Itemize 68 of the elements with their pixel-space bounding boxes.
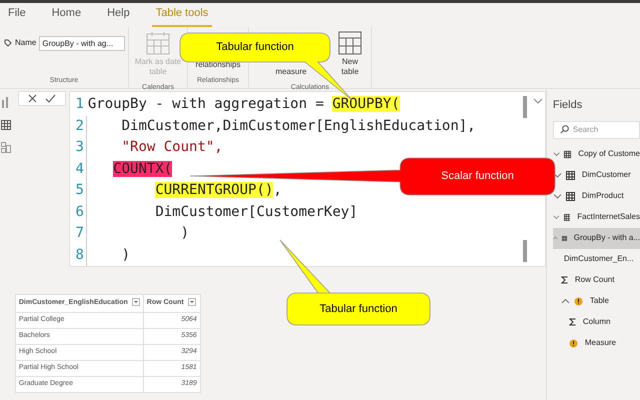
scrollbar-thumb[interactable] [522,240,527,262]
chevron-icon[interactable] [560,298,570,304]
bar-chart-icon[interactable] [1,97,10,108]
sigma-icon [568,318,576,326]
field-item[interactable]: Copy of Custome [552,144,640,164]
check-icon[interactable] [44,94,56,103]
line-number: 7 [74,224,85,243]
line-number: 5 [74,181,85,200]
sigma-icon [560,276,568,284]
field-item[interactable]: DimProduct [552,186,640,206]
table-icon[interactable] [1,120,11,130]
field-item[interactable]: Table [552,290,640,312]
tab[interactable]: Help [103,4,134,27]
field-item[interactable]: DimCustomer [552,164,640,186]
field-item[interactable]: Column [552,312,640,332]
callout-text: Tabular function [216,40,294,56]
code-line: GroupBy - with aggregation = GROUPBY( [86,95,400,114]
field-item[interactable]: FactInternetSales [552,206,640,228]
tab[interactable]: File [4,4,30,27]
callout-text: Tabular function [320,302,398,317]
warning-icon [574,296,583,306]
code-line: DimCustomer[CustomerKey] [86,202,358,223]
ribbon-button[interactable]: New table [333,31,367,83]
tab[interactable]: Home [48,4,86,27]
search-input[interactable]: Search [572,124,633,136]
ribbon-button[interactable]: relationships [192,58,244,76]
table-icon [564,212,570,222]
tag-icon [4,39,12,47]
line-number: 8 [74,246,85,264]
chevron-icon[interactable] [552,235,558,241]
code-line: COUNTX( [86,158,172,180]
table-icon [566,192,575,200]
pane-title: Fields [552,98,584,113]
ribbon-button[interactable]: measure [253,65,329,83]
line-number: 4 [74,160,85,178]
code-line: ) [86,244,130,266]
code-line: "Row Count", [86,137,223,158]
warning-icon [568,338,578,348]
chevron-icon[interactable] [552,193,562,199]
table-icon [564,150,572,158]
search-field[interactable]: Search [552,120,640,138]
field-item[interactable]: Row Count [552,270,640,290]
chevron-down-icon[interactable] [532,98,543,104]
code-line: CURRENTGROUP(), [86,180,282,202]
chevron-icon[interactable] [552,214,560,220]
table-icon [566,170,575,180]
code-line: ) [86,223,190,244]
chevron-icon[interactable] [552,151,560,157]
dropdown-icon[interactable] [188,298,196,306]
line-number: 3 [74,138,85,157]
dropdown-icon[interactable] [132,298,140,306]
name-label: Name [15,37,36,49]
close-icon[interactable] [28,94,37,103]
calendar-icon [146,31,170,55]
field-item[interactable]: Measure [552,332,640,354]
line-number: 1 [74,95,85,114]
callout-text: Scalar function [441,169,514,184]
table-icon [562,234,567,242]
line-number: 2 [74,116,85,136]
search-icon [560,125,569,134]
name-field[interactable]: GroupBy - with ag... [39,36,126,50]
field-item[interactable]: DimCustomer_En... [552,248,640,270]
line-number: 6 [74,202,85,222]
code-line: DimCustomer,DimCustomer[EnglishEducation], [86,116,476,137]
scrollbar-thumb[interactable] [522,96,527,118]
table-icon [338,31,362,55]
model-icon[interactable] [1,142,11,153]
field-item[interactable]: GroupBy - with a... [552,228,640,248]
